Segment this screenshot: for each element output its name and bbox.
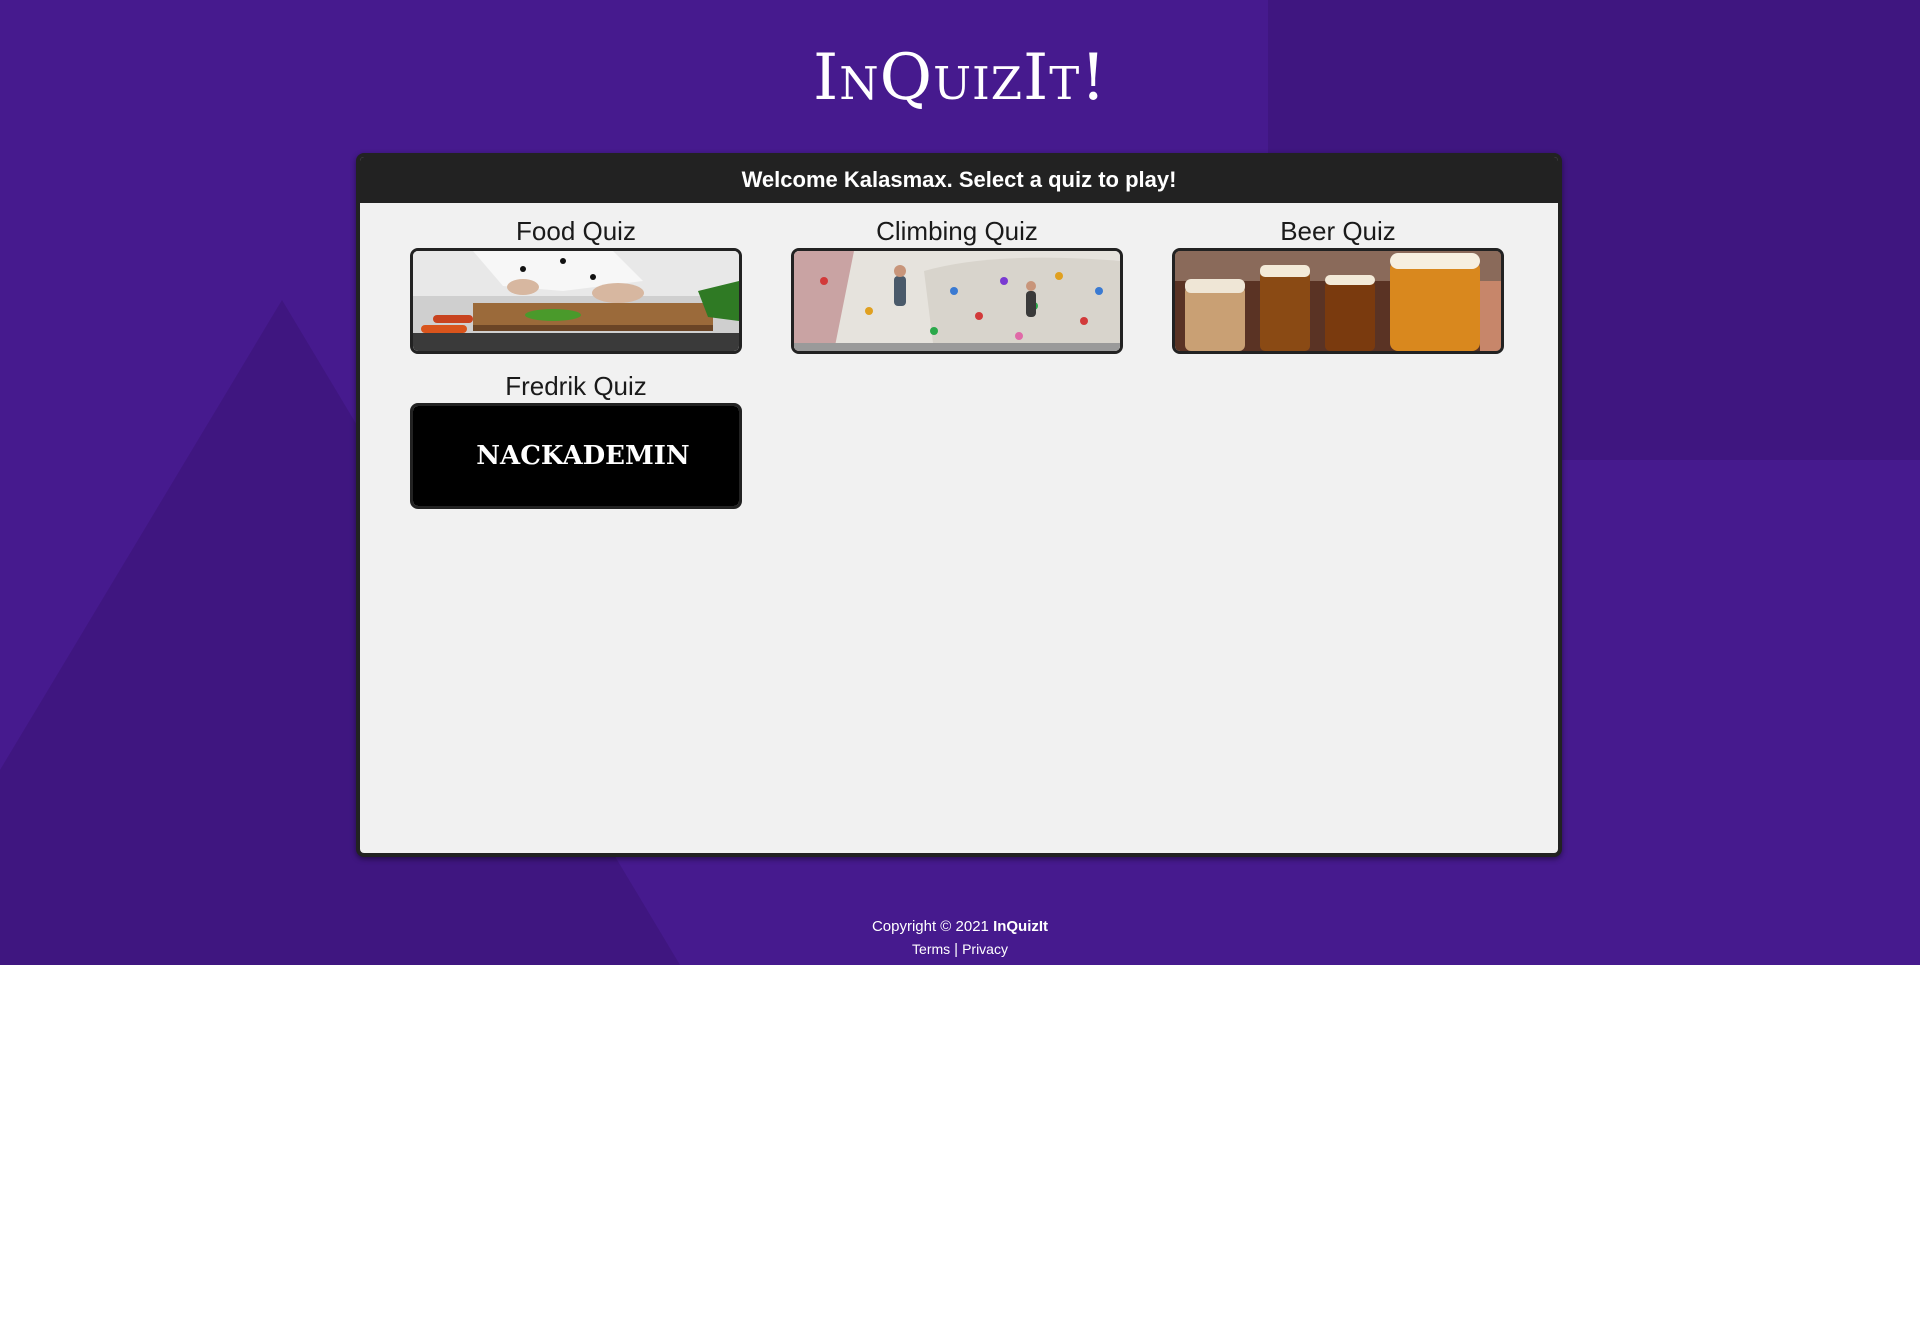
climbing-wall-image <box>794 251 1120 351</box>
copyright-line: Copyright © 2021 InQuizIt <box>0 916 1920 938</box>
footer: Copyright © 2021 InQuizIt Terms | Privacy <box>0 916 1920 961</box>
quiz-title: Food Quiz <box>516 216 636 246</box>
quiz-card-beer[interactable]: Beer Quiz <box>1172 214 1504 354</box>
beer-glasses-image <box>1175 251 1501 351</box>
footer-separator: | <box>954 941 959 958</box>
footer-brand: InQuizIt <box>993 918 1049 935</box>
quiz-panel: Welcome Kalasmax. Select a quiz to play!… <box>356 153 1562 857</box>
privacy-link[interactable]: Privacy <box>962 941 1008 957</box>
quiz-card-fredrik[interactable]: Fredrik Quiz NACKADEMIN <box>410 369 742 509</box>
climbing-quiz-thumbnail[interactable] <box>791 248 1123 354</box>
quiz-title: Beer Quiz <box>1280 216 1396 246</box>
quiz-title: Fredrik Quiz <box>505 371 647 401</box>
site-logo[interactable]: InQuizIt! <box>0 38 1920 118</box>
quiz-title: Climbing Quiz <box>876 216 1038 246</box>
page-background: InQuizIt! Welcome Kalasmax. Select a qui… <box>0 0 1920 965</box>
quiz-card-climbing[interactable]: Climbing Quiz <box>791 214 1123 354</box>
nackademin-logo-text: NACKADEMIN <box>476 441 689 471</box>
fredrik-quiz-thumbnail[interactable]: NACKADEMIN <box>410 403 742 509</box>
terms-link[interactable]: Terms <box>912 941 950 957</box>
welcome-heading: Welcome Kalasmax. Select a quiz to play! <box>360 157 1558 203</box>
footer-links: Terms | Privacy <box>0 938 1920 961</box>
nackademin-logo-image: NACKADEMIN <box>413 406 739 506</box>
copyright-text: Copyright © 2021 <box>871 918 989 935</box>
food-quiz-thumbnail[interactable] <box>410 248 742 354</box>
beer-quiz-thumbnail[interactable] <box>1172 248 1504 354</box>
chef-cutting-board-image <box>413 251 739 351</box>
quiz-card-food[interactable]: Food Quiz <box>410 214 742 354</box>
